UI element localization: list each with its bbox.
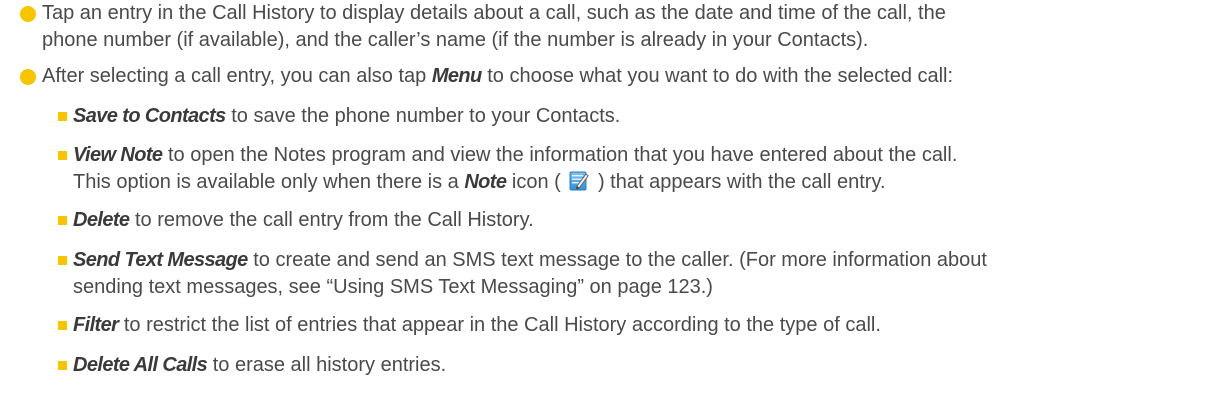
menu-tip-pre: After selecting a call entry, you can al… [42,65,432,87]
sub-bullet [58,256,67,265]
option-desc-line-2-post: ) that appears with the call entry. [592,171,886,193]
option-term: Delete [73,209,130,231]
option-term: Delete All Calls [73,354,208,376]
option-desc-line-2-mid: icon ( [506,171,567,193]
sub-bullet [58,321,67,330]
option-send-text-message: Send Text Message to create and send an … [73,247,1203,274]
bullet-dot [20,6,36,22]
help-page: Tap an entry in the Call History to disp… [0,0,1212,419]
sub-bullet [58,112,67,121]
bullet-dot [20,69,36,85]
option-save-to-contacts: Save to Contacts to save the phone numbe… [73,103,1203,130]
option-desc: to create and send an SMS text message t… [247,249,987,271]
option-desc: to restrict the list of entries that app… [118,314,881,336]
sub-bullet [58,216,67,225]
option-filter: Filter to restrict the list of entries t… [73,312,1203,339]
sub-bullet [58,361,67,370]
option-desc: to open the Notes program and view the i… [162,144,958,166]
option-term: Send Text Message [73,249,248,271]
option-desc: to save the phone number to your Contact… [225,105,621,127]
option-delete: Delete to remove the call entry from the… [73,207,1203,234]
call-history-tip-line-1: Tap an entry in the Call History to disp… [42,2,946,24]
menu-tip: After selecting a call entry, you can al… [42,63,1207,90]
menu-term: Menu [431,65,482,87]
option-term: Filter [73,314,119,336]
menu-tip-post: to choose what you want to do with the s… [481,65,954,87]
call-history-tip-line-2: phone number (if available), and the cal… [42,29,869,51]
option-term: Save to Contacts [73,105,226,127]
option-term: View Note [73,144,163,166]
sub-bullet [58,151,67,160]
option-view-note: View Note to open the Notes program and … [73,142,1203,169]
note-term: Note [464,171,507,193]
option-send-text-message-line-2: sending text messages, see “Using SMS Te… [73,276,713,298]
option-view-note-line-2: This option is available only when there… [73,169,1203,196]
option-desc-line-2-pre: This option is available only when there… [73,171,465,193]
option-desc: to erase all history entries. [207,354,447,376]
note-pad-pencil-icon [569,170,590,192]
option-desc: to remove the call entry from the Call H… [129,209,534,231]
option-delete-all-calls: Delete All Calls to erase all history en… [73,352,1203,379]
